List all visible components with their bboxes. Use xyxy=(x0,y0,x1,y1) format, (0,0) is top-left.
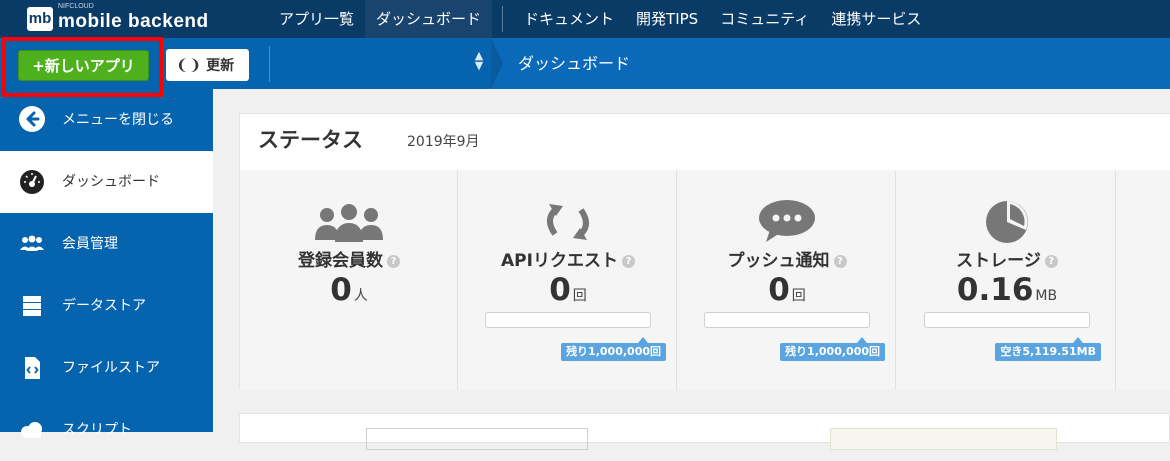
arrow-left-circle-icon xyxy=(19,106,45,132)
nav-app-list[interactable]: アプリ一覧 xyxy=(268,0,365,38)
breadcrumb: ダッシュボード xyxy=(518,54,631,73)
status-date: 2019年9月 xyxy=(407,134,480,150)
nav-community[interactable]: コミュニティ xyxy=(709,0,820,38)
stat-number: 0 xyxy=(549,272,571,308)
top-nav: アプリ一覧 ダッシュボード ドキュメント 開発TIPS コミュニティ 連携サービ… xyxy=(268,0,932,38)
stat-unit: 人 xyxy=(353,288,368,304)
new-app-button[interactable]: +新しいアプリ xyxy=(18,50,149,81)
usage-bar xyxy=(485,312,651,328)
stat-title: 登録会員数? xyxy=(240,246,458,271)
refresh-button[interactable]: ❨❩ 更新 xyxy=(166,49,249,81)
logo-subtitle: NIFCLOUD xyxy=(58,3,94,10)
stat-title: プッシュ通知? xyxy=(678,246,896,271)
refresh-icon xyxy=(547,204,589,240)
stat-number: 0 xyxy=(330,272,352,308)
nav-dashboard[interactable]: ダッシュボード xyxy=(365,0,493,38)
secondary-field[interactable] xyxy=(366,428,588,450)
usage-bar xyxy=(924,312,1090,328)
sidebar-item-dashboard[interactable]: ダッシュボード xyxy=(0,151,213,213)
nav-integrations[interactable]: 連携サービス xyxy=(820,0,932,38)
nav-divider xyxy=(502,6,504,32)
status-card: ステータス 2019年9月 登録会員数? 0人 APIリクエスト ? 0 回 残… xyxy=(239,113,1170,390)
sidebar-item-label: スクリプト xyxy=(62,422,132,438)
help-icon[interactable]: ? xyxy=(833,255,847,268)
secondary-field[interactable] xyxy=(830,428,1057,450)
sidebar-item-label: ファイルストア xyxy=(62,360,160,376)
chat-bubble-icon xyxy=(759,200,815,242)
remaining-badge: 空き5,119.51MB xyxy=(995,337,1101,361)
users-icon xyxy=(315,204,383,242)
stat-storage: ストレージ? 0.16 MB 空き5,119.51MB xyxy=(898,170,1116,390)
sidebar: メニューを閉じる ダッシュボード 会員管理 データストア ファイルストア スクリ… xyxy=(0,89,213,438)
secondary-card xyxy=(239,413,1170,450)
sidebar-item-label: 会員管理 xyxy=(62,236,118,252)
usage-bar xyxy=(704,312,870,328)
stat-value: 0人 xyxy=(240,272,458,308)
sort-toggle-icon[interactable]: ▲ ▼ xyxy=(472,50,486,71)
database-icon xyxy=(23,296,41,316)
speedometer-icon xyxy=(20,170,44,194)
help-icon[interactable]: ? xyxy=(1044,255,1058,268)
refresh-icon: ❨❩ xyxy=(176,56,202,74)
cloud-icon xyxy=(21,422,42,438)
breadcrumb-arrow xyxy=(491,38,503,89)
sidebar-item-label: メニューを閉じる xyxy=(62,112,174,128)
stat-title-text: 登録会員数 xyxy=(298,251,383,271)
top-header: mb NIFCLOUD mobile backend アプリ一覧 ダッシュボード… xyxy=(0,0,1170,38)
stat-number: 0.16 xyxy=(956,272,1034,308)
remaining-badge: 残り1,000,000回 xyxy=(561,337,666,361)
stat-value: 0回 xyxy=(459,272,677,308)
remaining-badge: 残り1,000,000回 xyxy=(780,337,885,361)
stat-api-requests: APIリクエスト? 0回 残り1,000,000回 xyxy=(459,170,677,390)
stat-title: APIリクエスト? xyxy=(459,246,677,271)
stat-push-notifications: プッシュ通知? 0回 残り1,000,000回 xyxy=(678,170,896,390)
sidebar-item-members[interactable]: 会員管理 xyxy=(0,213,213,275)
refresh-label: 更新 xyxy=(206,58,235,74)
stat-unit: 回 xyxy=(791,288,806,304)
sidebar-item-label: ダッシュボード xyxy=(62,174,160,190)
stat-members: 登録会員数? 0人 xyxy=(240,170,458,390)
users-icon xyxy=(20,235,44,251)
stat-value: 0回 xyxy=(678,272,896,308)
nav-documents[interactable]: ドキュメント xyxy=(513,0,625,38)
sidebar-item-close-menu[interactable]: メニューを閉じる xyxy=(0,89,213,151)
status-header: ステータス 2019年9月 xyxy=(240,114,1170,171)
logo-text: mobile backend xyxy=(58,11,209,32)
logo-badge: mb xyxy=(27,7,53,31)
stat-unit: 回 xyxy=(572,288,587,304)
help-icon[interactable]: ? xyxy=(621,255,635,268)
stat-unit: MB xyxy=(1035,288,1058,304)
sidebar-item-label: データストア xyxy=(62,298,146,314)
nav-dev-tips[interactable]: 開発TIPS xyxy=(625,0,709,38)
stat-value: 0.16 MB xyxy=(898,272,1116,308)
page-title: ステータス xyxy=(258,128,363,152)
sidebar-item-datastore[interactable]: データストア xyxy=(0,275,213,337)
stat-title-text: ストレージ xyxy=(956,251,1041,271)
sidebar-item-filestore[interactable]: ファイルストア xyxy=(0,337,213,399)
toolbar-divider xyxy=(269,46,270,82)
status-stats: 登録会員数? 0人 APIリクエスト? 0回 残り1,000,000回 プッシュ… xyxy=(240,170,1170,390)
code-file-icon xyxy=(25,357,40,379)
help-icon[interactable]: ? xyxy=(387,255,400,268)
sidebar-item-script[interactable]: スクリプト xyxy=(0,399,213,461)
stat-number: 0 xyxy=(768,272,790,308)
stat-title: ストレージ? xyxy=(898,246,1116,271)
stat-title-text: APIリクエスト xyxy=(501,251,618,271)
pie-chart-icon xyxy=(986,201,1028,243)
stat-title-text: プッシュ通知 xyxy=(727,251,830,271)
